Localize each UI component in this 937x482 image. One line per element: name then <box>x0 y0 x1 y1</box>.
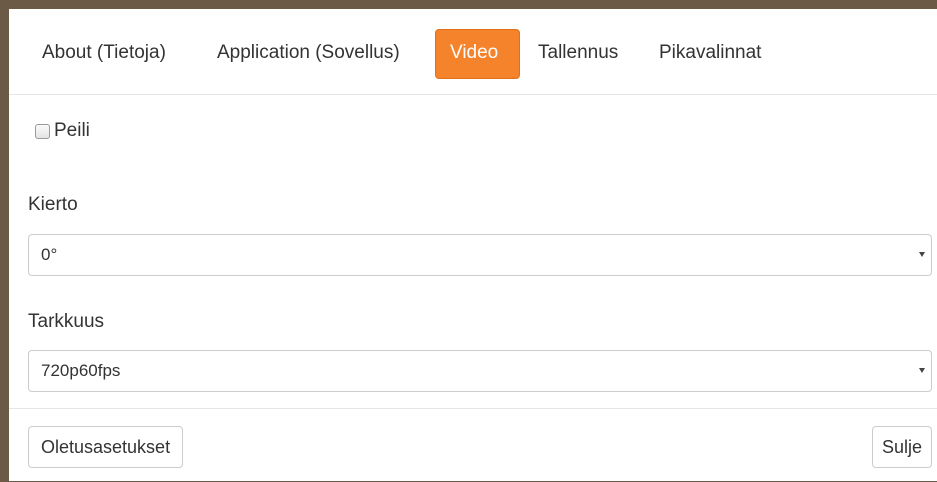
resolution-select[interactable]: 720p60fps <box>28 350 932 392</box>
rotation-select[interactable]: 0° <box>28 234 932 276</box>
settings-dialog: About (Tietoja) Application (Sovellus) V… <box>9 9 937 481</box>
mirror-label: Peili <box>54 120 90 141</box>
resolution-value: 720p60fps <box>41 361 121 380</box>
tab-bar: About (Tietoja) Application (Sovellus) V… <box>9 9 937 95</box>
resolution-label: Tarkkuus <box>28 311 105 332</box>
tab-pikavalinnat[interactable]: Pikavalinnat <box>645 29 775 77</box>
tab-tallennus[interactable]: Tallennus <box>524 29 632 77</box>
mirror-checkbox[interactable] <box>35 123 50 139</box>
dialog-footer: Oletusasetukset Sulje <box>9 408 937 482</box>
mirror-option[interactable]: Peili <box>35 119 90 143</box>
chevron-down-icon <box>919 368 925 373</box>
tab-application[interactable]: Application (Sovellus) <box>203 29 414 77</box>
defaults-button[interactable]: Oletusasetukset <box>28 426 184 468</box>
tab-video[interactable]: Video <box>435 29 520 79</box>
rotation-label: Kierto <box>28 194 78 215</box>
rotation-value: 0° <box>41 245 58 264</box>
chevron-down-icon <box>919 252 925 257</box>
close-button[interactable]: Sulje <box>871 426 932 468</box>
tab-about[interactable]: About (Tietoja) <box>28 29 180 77</box>
